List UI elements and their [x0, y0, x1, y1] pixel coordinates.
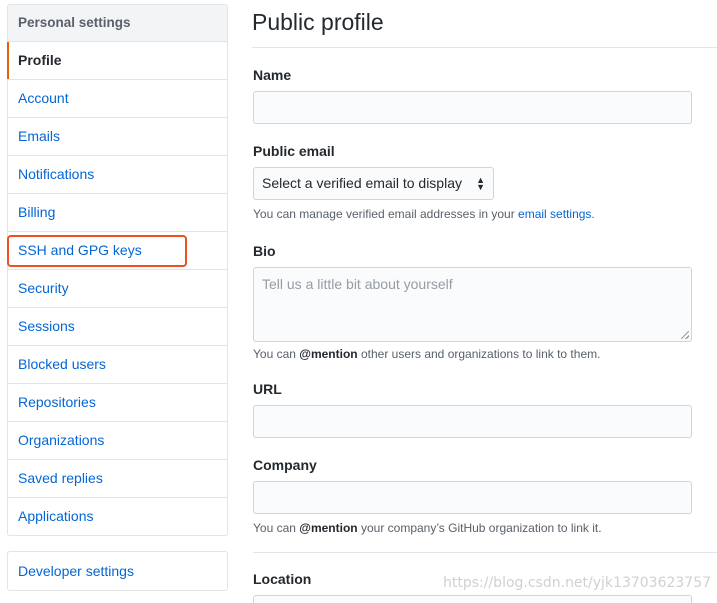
url-label: URL: [253, 381, 282, 397]
public-email-selected-value: Select a verified email to display: [262, 175, 462, 191]
sidebar-item-emails[interactable]: Emails: [8, 118, 227, 156]
sidebar-item-account[interactable]: Account: [8, 80, 227, 118]
sidebar-item-notifications[interactable]: Notifications: [8, 156, 227, 194]
name-input[interactable]: [253, 91, 692, 124]
name-label: Name: [253, 67, 292, 83]
url-input[interactable]: [253, 405, 692, 438]
page-title: Public profile: [252, 9, 384, 35]
sidebar-header: Personal settings: [8, 5, 227, 42]
sidebar-item-repositories[interactable]: Repositories: [8, 384, 227, 422]
sidebar-item-ssh-gpg-keys[interactable]: SSH and GPG keys: [8, 232, 227, 270]
bio-note: You can @mention other users and organiz…: [253, 347, 600, 361]
title-divider: [252, 47, 717, 48]
public-email-note-suffix: .: [591, 207, 595, 221]
bio-placeholder: Tell us a little bit about yourself: [262, 276, 453, 292]
bio-note-mention: @mention: [299, 347, 358, 361]
public-email-label: Public email: [253, 143, 335, 159]
sidebar-item-security[interactable]: Security: [8, 270, 227, 308]
sidebar-item-blocked-users[interactable]: Blocked users: [8, 346, 227, 384]
settings-sidebar: Personal settings Profile Account Emails…: [7, 4, 228, 536]
sidebar-item-applications[interactable]: Applications: [8, 498, 227, 535]
public-email-note: You can manage verified email addresses …: [253, 207, 595, 221]
select-chevrons-icon: ▲ ▼: [476, 174, 485, 192]
company-note-mention: @mention: [299, 521, 358, 535]
location-label: Location: [253, 571, 312, 587]
developer-settings-box: Developer settings: [7, 551, 228, 591]
company-note: You can @mention your company’s GitHub o…: [253, 521, 602, 535]
bio-note-suffix: other users and organizations to link to…: [357, 347, 601, 361]
sidebar-item-developer-settings[interactable]: Developer settings: [8, 552, 227, 590]
sidebar-item-organizations[interactable]: Organizations: [8, 422, 227, 460]
public-email-note-text: You can manage verified email addresses …: [253, 207, 519, 221]
public-email-select[interactable]: Select a verified email to display ▲ ▼: [253, 167, 494, 200]
bio-note-prefix: You can: [253, 347, 300, 361]
sidebar-item-billing[interactable]: Billing: [8, 194, 227, 232]
bio-textarea[interactable]: Tell us a little bit about yourself: [253, 267, 692, 342]
company-note-suffix: your company’s GitHub organization to li…: [357, 521, 602, 535]
sidebar-item-saved-replies[interactable]: Saved replies: [8, 460, 227, 498]
sidebar-item-sessions[interactable]: Sessions: [8, 308, 227, 346]
watermark-text: https://blog.csdn.net/yjk13703623757: [443, 575, 712, 591]
section-divider: [253, 552, 717, 553]
company-input[interactable]: [253, 481, 692, 514]
bio-label: Bio: [253, 243, 276, 259]
resize-grip-icon[interactable]: [681, 331, 689, 339]
company-note-prefix: You can: [253, 521, 300, 535]
company-label: Company: [253, 457, 317, 473]
sidebar-item-profile[interactable]: Profile: [7, 42, 227, 80]
location-input[interactable]: [253, 595, 692, 603]
email-settings-link[interactable]: email settings: [518, 207, 591, 221]
